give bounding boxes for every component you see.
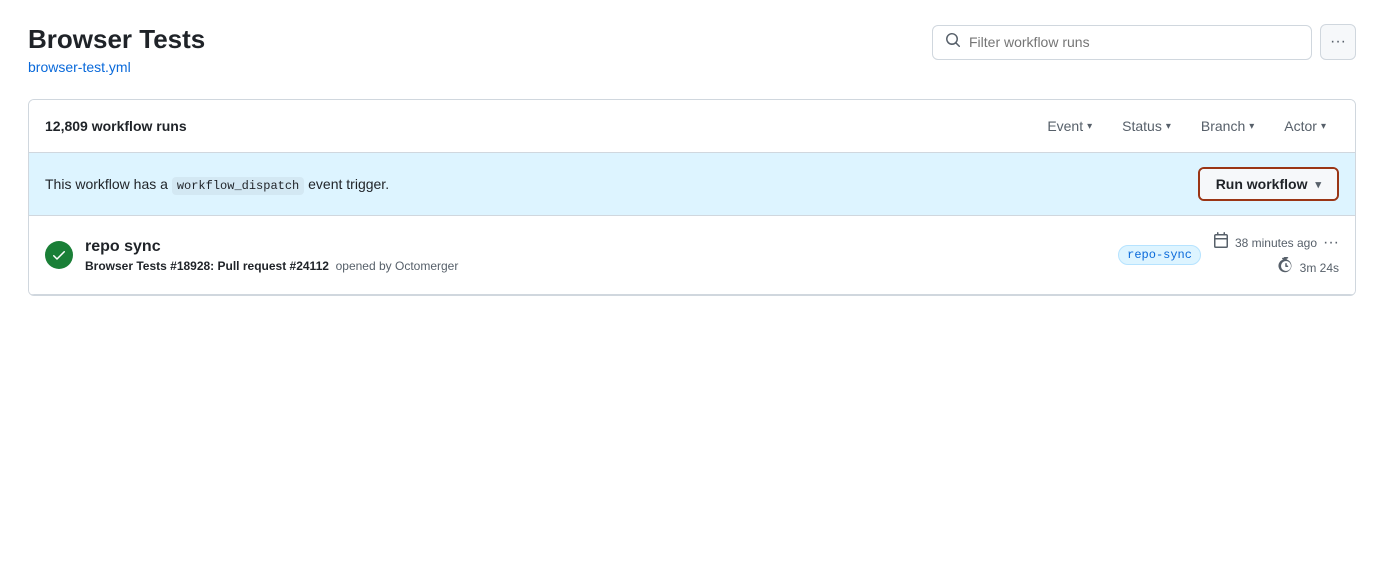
- run-more-actions-button[interactable]: ···: [1323, 234, 1339, 252]
- filter-status-button[interactable]: Status ▾: [1109, 112, 1184, 140]
- filter-branch-label: Branch: [1201, 118, 1245, 134]
- filter-status-chevron: ▾: [1166, 121, 1171, 132]
- calendar-icon: [1213, 232, 1229, 253]
- filter-branch-button[interactable]: Branch ▾: [1188, 112, 1267, 140]
- filters-container: Event ▾ Status ▾ Branch ▾ Actor ▾: [1034, 112, 1339, 140]
- filter-event-chevron: ▾: [1087, 121, 1092, 132]
- search-icon: [945, 32, 961, 53]
- run-workflow-button[interactable]: Run workflow ▾: [1200, 169, 1337, 199]
- filter-event-button[interactable]: Event ▾: [1034, 112, 1105, 140]
- filter-status-label: Status: [1122, 118, 1162, 134]
- time-ago: 38 minutes ago: [1235, 236, 1317, 250]
- filter-actor-chevron: ▾: [1321, 121, 1326, 132]
- run-meta-text: Browser Tests #18928: Pull request #2411…: [85, 259, 458, 273]
- search-bar: [932, 25, 1312, 60]
- run-duration: 3m 24s: [1300, 261, 1339, 275]
- run-workflow-label: Run workflow: [1216, 176, 1308, 192]
- runs-header: 12,809 workflow runs Event ▾ Status ▾ Br…: [29, 100, 1355, 153]
- run-opened-by: opened by Octomerger: [332, 259, 458, 273]
- duration-row: 3m 24s: [1278, 257, 1339, 278]
- page-title: Browser Tests: [28, 24, 205, 55]
- run-workflow-wrapper: Run workflow ▾: [1198, 167, 1339, 201]
- filter-actor-label: Actor: [1284, 118, 1317, 134]
- run-info: repo sync Browser Tests #18928: Pull req…: [85, 238, 1106, 273]
- runs-count: 12,809 workflow runs: [45, 118, 187, 134]
- filter-actor-button[interactable]: Actor ▾: [1271, 112, 1339, 140]
- dispatch-suffix: event trigger.: [308, 176, 389, 192]
- filter-event-label: Event: [1047, 118, 1083, 134]
- header-left: Browser Tests browser-test.yml: [28, 24, 205, 75]
- run-workflow-ref: Browser Tests #18928: Pull request #2411…: [85, 259, 329, 273]
- more-options-button[interactable]: ···: [1320, 24, 1356, 60]
- dispatch-text: This workflow has a workflow_dispatch ev…: [45, 176, 389, 193]
- status-success-icon: [45, 241, 73, 269]
- run-timing: 38 minutes ago ··· 3m 24s: [1213, 232, 1339, 278]
- dispatch-banner: This workflow has a workflow_dispatch ev…: [29, 153, 1355, 216]
- time-ago-row: 38 minutes ago ···: [1213, 232, 1339, 253]
- workflow-run-item: repo sync Browser Tests #18928: Pull req…: [29, 216, 1355, 295]
- branch-tag: repo-sync: [1118, 245, 1201, 265]
- dispatch-code: workflow_dispatch: [172, 177, 304, 195]
- run-name: repo sync: [85, 238, 1106, 256]
- workflow-file-link[interactable]: browser-test.yml: [28, 59, 131, 75]
- filter-branch-chevron: ▾: [1249, 121, 1254, 132]
- run-workflow-chevron-icon: ▾: [1315, 178, 1321, 191]
- search-input[interactable]: [969, 34, 1299, 50]
- run-meta: Browser Tests #18928: Pull request #2411…: [85, 259, 1106, 273]
- dispatch-prefix: This workflow has a: [45, 176, 168, 192]
- header-right: ···: [932, 24, 1356, 60]
- stopwatch-icon: [1278, 257, 1294, 278]
- main-panel: 12,809 workflow runs Event ▾ Status ▾ Br…: [28, 99, 1356, 296]
- page-header: Browser Tests browser-test.yml ···: [28, 24, 1356, 75]
